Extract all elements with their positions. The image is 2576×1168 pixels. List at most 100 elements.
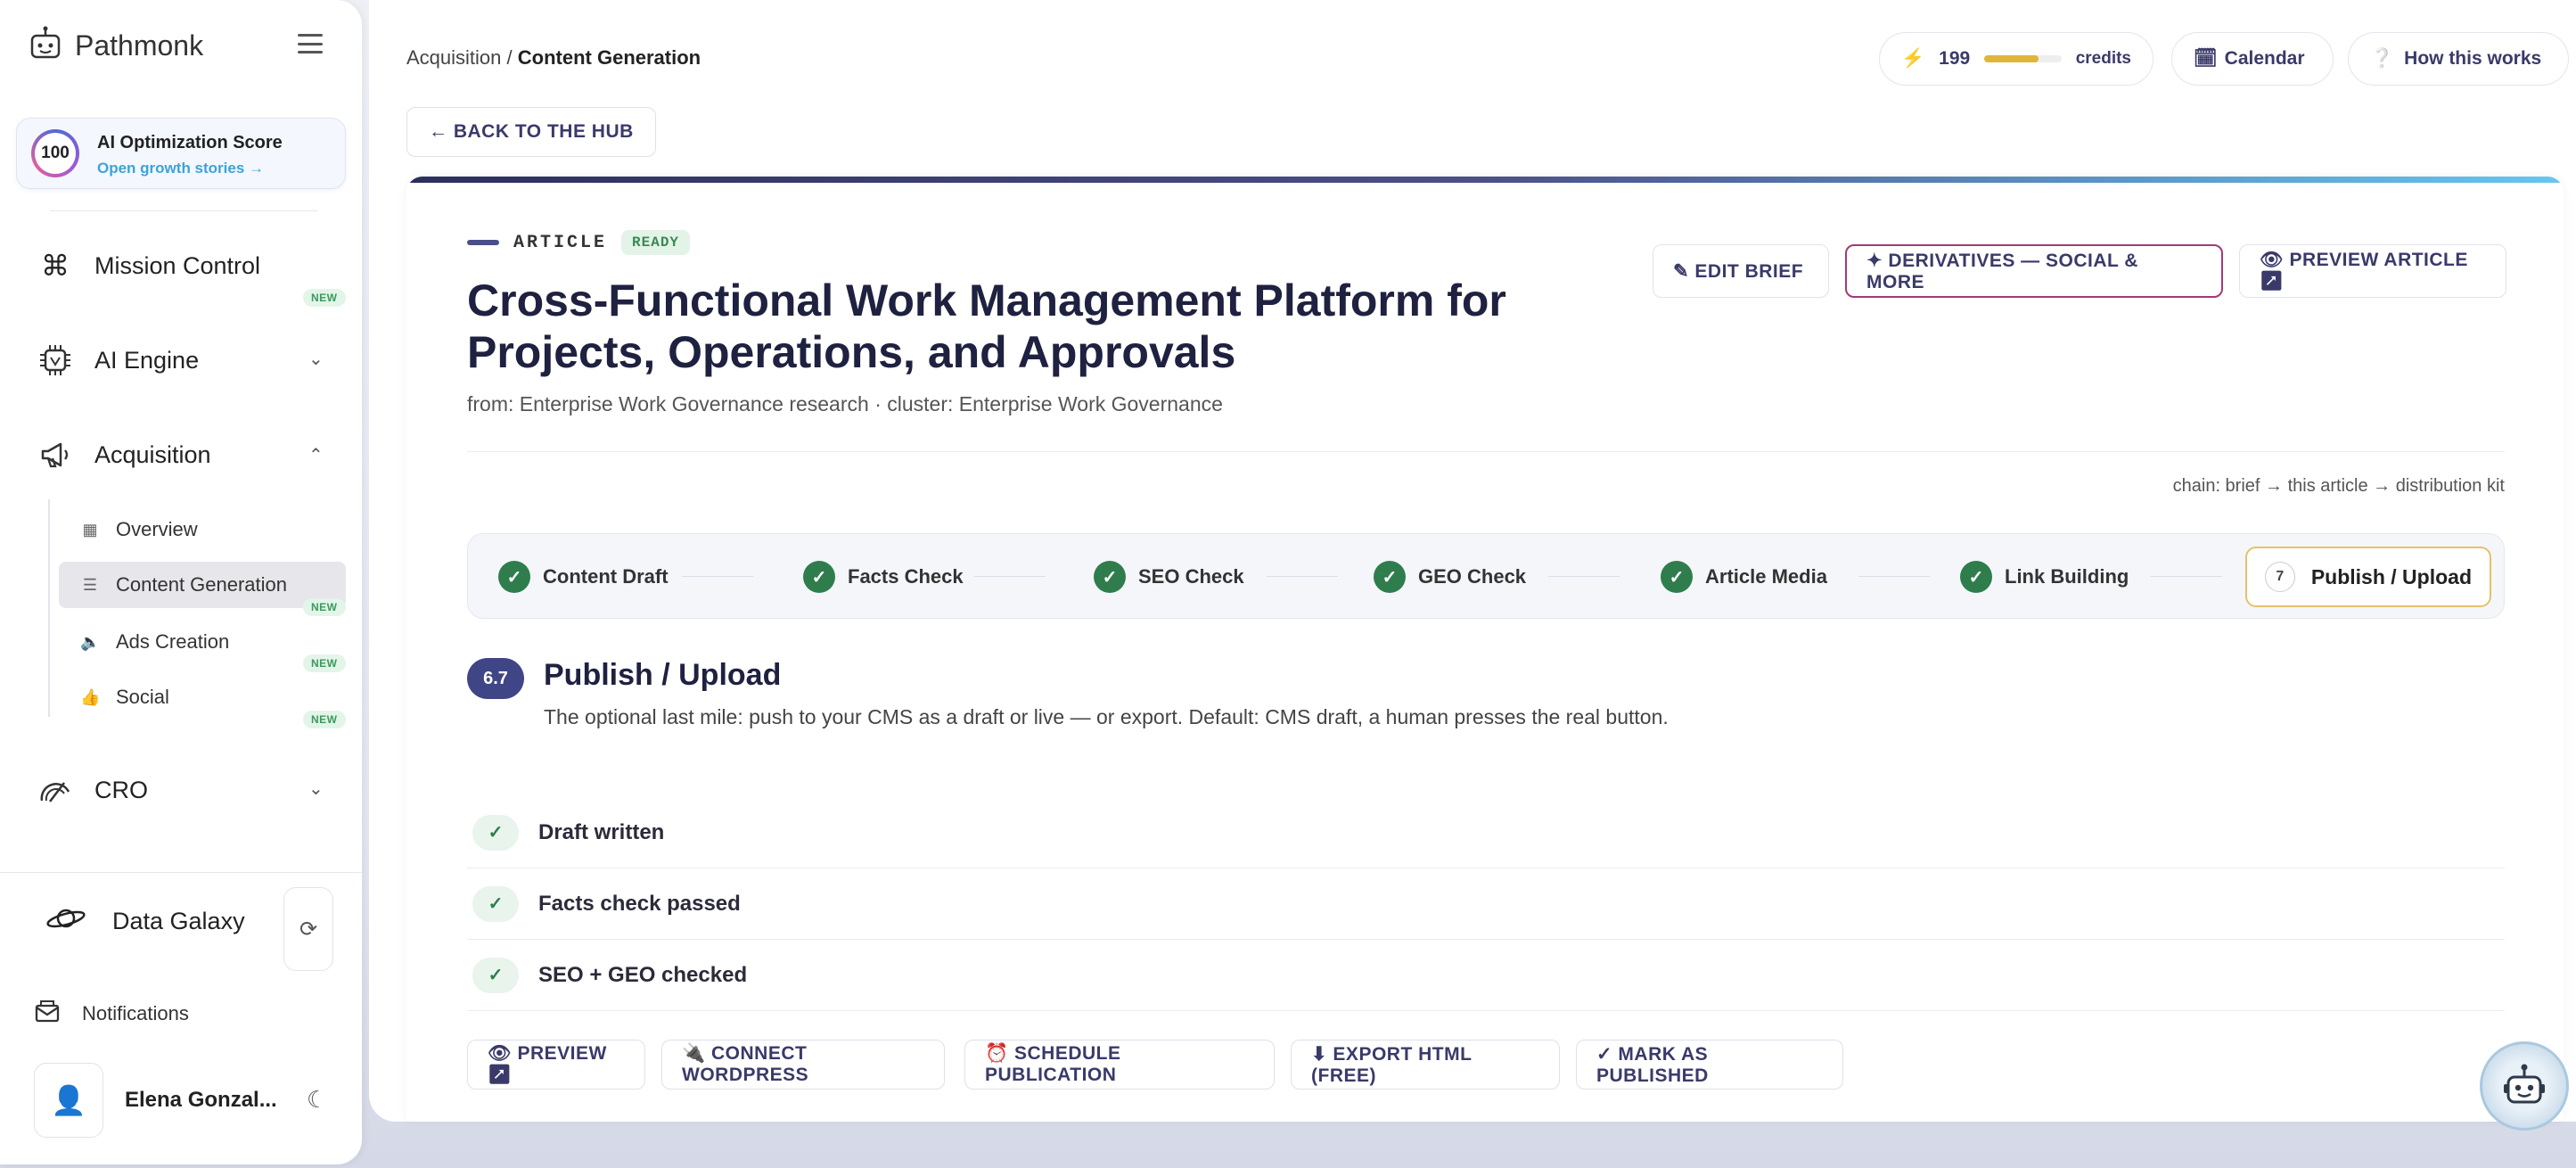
how-this-works-button[interactable]: ❔ How this works xyxy=(2348,32,2569,86)
breadcrumb-current: Content Generation xyxy=(517,46,701,69)
nav-label: Acquisition xyxy=(94,440,211,468)
article-source: from: Enterprise Work Governance researc… xyxy=(467,392,1223,415)
nav-label: Mission Control xyxy=(94,251,261,279)
step-geo-check[interactable]: ✓ GEO Check xyxy=(1374,534,1526,620)
article-title: Cross-Functional Work Management Platfor… xyxy=(467,276,1506,377)
chevron-down-icon[interactable]: ⌄ xyxy=(308,777,324,800)
schedule-publication-button[interactable]: ⏰ SCHEDULE PUBLICATION xyxy=(964,1040,1275,1090)
check-icon: ✓ xyxy=(498,561,530,593)
step-seo-check[interactable]: ✓ SEO Check xyxy=(1094,534,1244,620)
ai-score-card[interactable]: 100 AI Optimization Score Open growth st… xyxy=(16,118,346,189)
divider xyxy=(0,872,362,873)
step-article-media[interactable]: ✓ Article Media xyxy=(1661,534,1827,620)
check-icon: ✓ xyxy=(472,957,519,993)
list-icon: ☰ xyxy=(82,575,98,594)
kind-dash xyxy=(467,240,499,245)
thumbs-up-icon: 👍 xyxy=(80,687,101,706)
subnav-content-generation[interactable]: ☰ Content Generation xyxy=(59,562,346,608)
chip-icon xyxy=(36,341,75,380)
derivatives-button[interactable]: ✦ DERIVATIVES — SOCIAL & MORE xyxy=(1845,244,2223,298)
user-profile[interactable]: 👤 Elena Gonzal... xyxy=(34,1063,277,1138)
back-to-hub-button[interactable]: ← BACK TO THE HUB xyxy=(406,107,656,157)
refresh-icon[interactable]: ⟳ xyxy=(283,887,333,971)
nav-acquisition[interactable]: Acquisition xyxy=(36,435,211,474)
new-badge: NEW xyxy=(303,598,346,616)
article-kind-row: ARTICLE READY xyxy=(467,230,691,255)
export-html-button[interactable]: ⬇ EXPORT HTML (FREE) xyxy=(1291,1040,1560,1090)
checklist-label: SEO + GEO checked xyxy=(538,962,748,987)
score-value: 100 xyxy=(35,133,76,174)
planet-icon xyxy=(45,902,87,941)
checklist-item: ✓ Facts check passed xyxy=(467,868,2505,940)
section-description: The optional last mile: push to your CMS… xyxy=(544,705,1669,728)
connect-wordpress-button[interactable]: 🔌 CONNECT WORDPRESS xyxy=(661,1040,945,1090)
chevron-up-icon[interactable]: ⌃ xyxy=(308,444,324,466)
nav-mission-control[interactable]: ⌘ Mission Control xyxy=(36,246,260,285)
step-content-draft[interactable]: ✓ Content Draft xyxy=(498,534,669,620)
logo[interactable]: Pathmonk xyxy=(27,25,203,67)
nav-cro[interactable]: CRO xyxy=(36,770,148,810)
assistant-robot-icon[interactable] xyxy=(2480,1041,2569,1131)
edit-brief-button[interactable]: ✎ EDIT BRIEF xyxy=(1653,244,1829,298)
check-icon: ✓ xyxy=(1661,561,1693,593)
chevron-down-icon[interactable]: ⌄ xyxy=(308,348,324,370)
status-badge: READY xyxy=(621,230,691,255)
breadcrumb-parent[interactable]: Acquisition xyxy=(406,46,501,69)
app-name: Pathmonk xyxy=(75,29,204,62)
step-publish-upload[interactable]: 7 Publish / Upload xyxy=(2244,547,2491,607)
new-badge: NEW xyxy=(303,711,346,728)
preview-article-button[interactable]: 👁 PREVIEW ARTICLE ↗ xyxy=(2239,244,2506,298)
subnav-overview[interactable]: ▦ Overview xyxy=(59,506,346,553)
subnav-social[interactable]: 👍 Social xyxy=(59,674,346,720)
step-label: Publish / Upload xyxy=(2310,564,2472,588)
open-growth-stories-link[interactable]: Open growth stories → xyxy=(97,160,264,177)
checklist-label: Facts check passed xyxy=(538,891,741,916)
robot-logo-icon xyxy=(27,25,64,67)
step-label: SEO Check xyxy=(1138,565,1244,588)
nav-ai-engine[interactable]: AI Engine xyxy=(36,341,199,380)
calendar-icon: 🗓 xyxy=(2194,48,2218,69)
credits-widget[interactable]: ⚡ 199 credits xyxy=(1879,32,2154,86)
nav-label: CRO xyxy=(94,776,148,803)
calendar-button[interactable]: 🗓 Calendar xyxy=(2171,32,2334,86)
mark-as-published-button[interactable]: ✓ MARK AS PUBLISHED xyxy=(1576,1040,1843,1090)
subnav-label: Overview xyxy=(116,518,198,540)
credits-value: 199 xyxy=(1939,48,1971,69)
subnav-ads-creation[interactable]: 🔈 Ads Creation xyxy=(59,619,346,665)
calendar-label: Calendar xyxy=(2224,48,2305,69)
notifications-link[interactable]: Notifications xyxy=(34,999,189,1029)
subnav-label: Content Generation xyxy=(116,573,288,596)
breadcrumb-separator: / xyxy=(506,46,513,69)
grid-icon: ▦ xyxy=(82,520,98,539)
user-name: Elena Gonzal... xyxy=(125,1088,277,1112)
menu-icon[interactable] xyxy=(298,34,323,53)
step-link-building[interactable]: ✓ Link Building xyxy=(1960,534,2129,620)
step-connector xyxy=(1548,576,1620,577)
section-number-badge: 6.7 xyxy=(467,658,524,699)
new-badge: NEW xyxy=(303,654,346,672)
sidebar: Pathmonk 100 AI Optimization Score Open … xyxy=(0,0,362,1164)
command-icon: ⌘ xyxy=(41,250,70,282)
check-icon: ✓ xyxy=(1374,561,1406,593)
divider xyxy=(467,451,2505,452)
score-ring: 100 xyxy=(31,129,79,177)
moon-icon[interactable]: ☾ xyxy=(307,1086,327,1114)
step-facts-check[interactable]: ✓ Facts Check xyxy=(803,534,964,620)
check-icon: ✓ xyxy=(803,561,835,593)
article-kind: ARTICLE xyxy=(513,232,608,253)
score-title: AI Optimization Score xyxy=(97,133,283,152)
data-galaxy-button[interactable]: Data Galaxy xyxy=(45,902,245,941)
check-icon: ✓ xyxy=(472,885,519,922)
question-icon: ❔ xyxy=(2370,48,2394,69)
how-label: How this works xyxy=(2404,48,2542,69)
divider xyxy=(50,210,317,211)
step-progress: ✓ Content Draft ✓ Facts Check ✓ SEO Check ✓… xyxy=(467,533,2505,619)
preview-button[interactable]: 👁 PREVIEW ↗ xyxy=(467,1040,645,1090)
new-badge: NEW xyxy=(303,289,346,307)
step-label: Link Building xyxy=(2005,565,2129,588)
checklist-item: ✓ SEO + GEO checked xyxy=(467,940,2505,1011)
checklist-label: Draft written xyxy=(538,819,665,844)
section-title: Publish / Upload xyxy=(544,658,782,692)
step-label: Facts Check xyxy=(848,565,964,588)
step-label: GEO Check xyxy=(1418,565,1527,588)
